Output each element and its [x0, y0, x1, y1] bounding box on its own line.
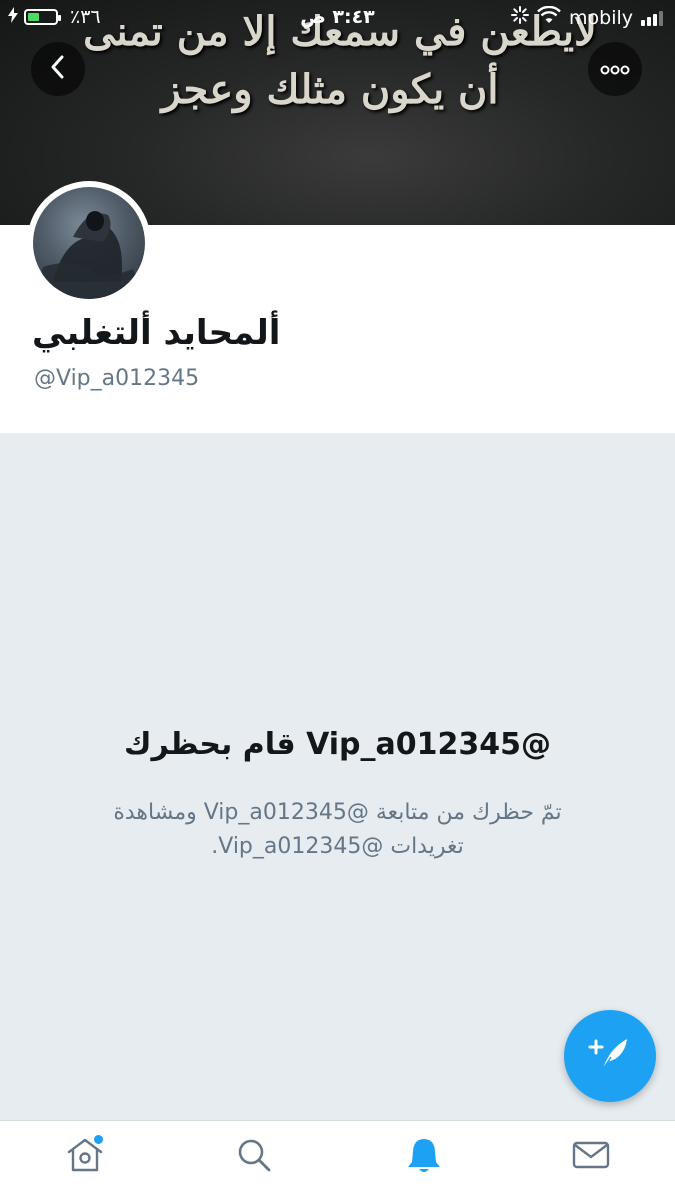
mail-icon [572, 1140, 610, 1174]
avatar-image [33, 187, 145, 299]
more-dots-icon [600, 60, 630, 79]
back-button[interactable] [31, 42, 85, 96]
tab-home[interactable] [65, 1135, 105, 1177]
search-icon [236, 1137, 272, 1177]
carrier-name: mobily [569, 6, 633, 29]
status-bar: ٪٣٦ ٣:٤٣ ص mobily [0, 0, 675, 36]
loading-spinner-icon [511, 6, 529, 29]
wifi-icon [537, 5, 561, 29]
bottom-tab-bar [0, 1120, 675, 1200]
blocked-message-description: تمّ حظرك من متابعة @Vip_a012345 ومشاهدة … [113, 800, 562, 859]
header-image-text-line2: أن يكون مثلك وعجز [161, 66, 499, 113]
unread-indicator-dot [94, 1135, 103, 1144]
tab-search[interactable] [234, 1137, 274, 1177]
more-options-button[interactable] [588, 42, 642, 96]
tab-notifications[interactable] [404, 1137, 444, 1177]
avatar[interactable] [27, 181, 151, 305]
compose-tweet-icon [587, 1031, 633, 1081]
signal-strength-icon [641, 10, 663, 26]
chevron-left-icon [48, 54, 68, 84]
tab-messages[interactable] [571, 1137, 611, 1177]
profile-handle: @Vip_a012345 [34, 366, 200, 391]
profile-display-name: ألمحايد ألتغلبي [32, 313, 281, 353]
compose-tweet-button[interactable] [564, 1010, 656, 1102]
bell-icon [406, 1136, 442, 1178]
blocked-message-title: @Vip_a012345 قام بحظرك [124, 727, 551, 762]
